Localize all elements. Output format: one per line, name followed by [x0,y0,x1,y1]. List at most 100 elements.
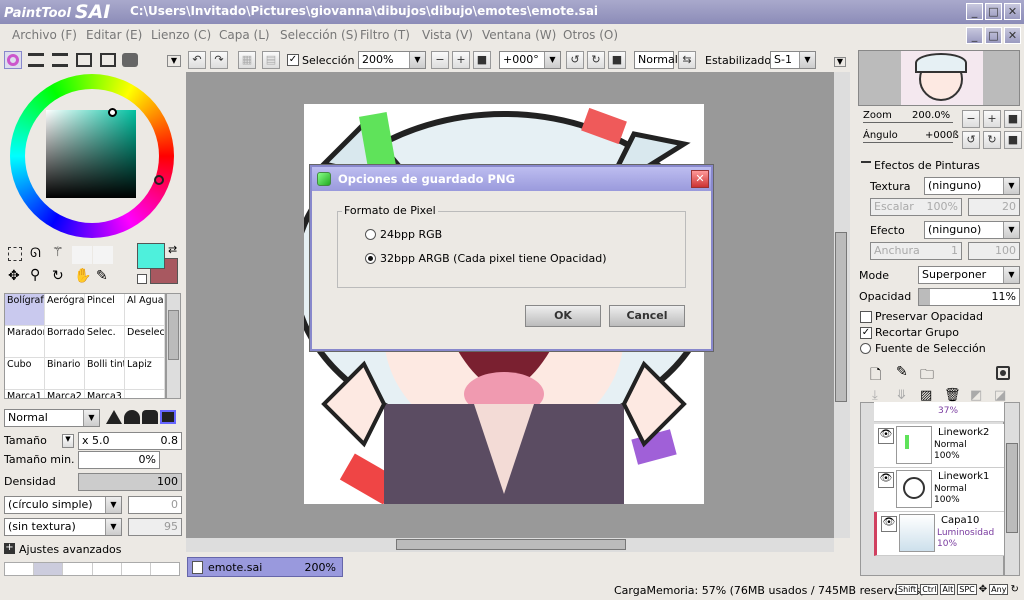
menu-filtro[interactable]: Filtro (T) [360,28,410,42]
new-folder-icon[interactable]: 🗀 [920,364,934,388]
move-icon[interactable]: ✥ [8,268,20,284]
tool-seleccion[interactable]: Selec. [85,326,125,358]
tool-marcador[interactable]: Marador [5,326,45,358]
zoom-in-icon[interactable]: + [452,51,470,69]
canvas-vertical-scrollbar[interactable] [834,72,850,538]
visibility-eye-icon[interactable]: 👁 [878,472,894,488]
layer-row-linework2[interactable]: 👁 Linework2 Normal 100% [874,424,1004,468]
density-slider[interactable]: 100 [78,473,182,491]
redo-icon[interactable]: ↷ [210,51,228,69]
clip-group-checkbox[interactable]: ✓ [860,327,872,339]
doc-restore-button[interactable]: □ [985,27,1002,44]
rgb-sliders-icon[interactable] [28,53,44,67]
brush-shape-4[interactable] [160,410,176,424]
nav-rotate-right-icon[interactable]: ↻ [983,131,1001,149]
nav-angle-slider[interactable] [863,142,953,143]
visibility-eye-icon[interactable]: 👁 [878,428,894,444]
tool-pincel[interactable]: Pincel [85,294,125,326]
transparent-color-icon[interactable] [137,274,147,284]
minimize-button[interactable]: _ [966,3,983,20]
nav-zoom-out-icon[interactable]: − [962,110,980,128]
option-24bpp-radio[interactable] [365,229,376,240]
menu-otros[interactable]: Otros (O) [563,28,618,42]
delete-layer-icon[interactable]: 🗑 [944,388,961,403]
nav-rotate-reset-icon[interactable]: ■ [1004,131,1022,149]
layer-opacity-slider[interactable]: 11% [918,288,1020,306]
deselect-icon[interactable]: ▦ [238,51,256,69]
brush-texture-select[interactable]: (sin textura) ▼ [4,518,122,536]
expand-advanced-icon[interactable]: + [4,543,15,554]
tool-borrador[interactable]: Borrador [45,326,85,358]
collapse-effects-icon[interactable] [861,161,871,163]
option-32bpp-label[interactable]: 32bpp ARGB (Cada pixel tiene Opacidad) [380,252,607,265]
menu-vista[interactable]: Vista (V) [422,28,473,42]
nav-rotate-left-icon[interactable]: ↺ [962,131,980,149]
brush-presets-bar[interactable] [4,562,180,576]
brush-mode-select[interactable]: Normal ▼ [4,409,100,427]
saturation-value-square[interactable] [46,110,136,198]
zoom-out-icon[interactable]: − [431,51,449,69]
scratchpad-icon[interactable] [100,53,116,67]
tool-al-agua[interactable]: Al Agua [125,294,165,326]
sv-picker-handle[interactable] [108,108,117,117]
tool-boligrafo[interactable]: Bolígrafo [5,294,45,326]
nav-zoom-slider[interactable] [863,122,953,123]
transfer-down-icon[interactable]: ⤓ [872,388,878,403]
advanced-settings-label[interactable]: Ajustes avanzados [19,543,122,556]
clear-layer-icon[interactable]: ▨ [920,388,932,403]
merge-down-icon[interactable]: ⤋ [896,388,907,403]
document-tab[interactable]: emote.sai 200% [187,557,343,577]
menu-editar[interactable]: Editar (E) [86,28,142,42]
rotation-select[interactable]: +000° ▼ [499,51,561,69]
size-dropdown[interactable]: ▼ [62,434,74,448]
dialog-close-button[interactable]: ✕ [691,170,709,188]
zoom-select[interactable]: 200% ▼ [358,51,426,69]
tool-marca2[interactable]: Marca2 [45,390,85,398]
visibility-eye-icon[interactable]: 👁 [881,516,897,532]
tool-cubo[interactable]: Cubo [5,358,45,390]
magic-wand-icon[interactable]: ⚚ [52,245,64,260]
brush-shape-3[interactable] [142,410,158,424]
size-slider[interactable]: x 5.0 0.8 [78,432,182,450]
menu-ventana[interactable]: Ventana (W) [482,28,556,42]
layer-row-capa10[interactable]: 👁 Capa10 Luminosidad 10% [874,512,1004,556]
brush-texture-value[interactable]: 95 [128,518,182,536]
toolbar-collapse-icon[interactable]: ▼ [834,57,846,67]
apply-mask-icon[interactable]: ◩ [970,388,982,403]
tool-boli-tinta[interactable]: Bolli tinta [85,358,125,390]
rotate-left-icon[interactable]: ↺ [566,51,584,69]
brush-shape-1[interactable] [106,410,122,424]
effect-width-num[interactable]: 100 [968,242,1020,260]
layer-list-scrollbar[interactable] [1004,402,1020,576]
brush-shape-2[interactable] [124,410,140,424]
brush-shape-value[interactable]: 0 [128,496,182,514]
swap-colors-icon[interactable]: ⇄ [168,243,177,256]
palette-icon[interactable] [76,53,92,67]
hand-icon[interactable]: ✋ [74,268,91,284]
tool-marca3[interactable]: Marca3 [85,390,125,398]
view-mode-select[interactable]: Normal [634,51,678,69]
menu-capa[interactable]: Capa (L) [219,28,270,42]
doc-minimize-button[interactable]: _ [966,27,983,44]
color-wheel-mode-icon[interactable] [4,51,22,69]
layer-mode-select[interactable]: Superponer ▼ [918,266,1020,284]
close-button[interactable]: ✕ [1004,3,1021,20]
selection-checkbox[interactable]: ✓ [287,54,299,66]
brush-shape-select[interactable]: (círculo simple) ▼ [4,496,122,514]
layer-row[interactable]: 37% [874,402,1004,422]
effect-texture-select[interactable]: (ninguno) ▼ [924,177,1020,195]
invert-selection-icon[interactable]: ▤ [262,51,280,69]
hue-picker-handle[interactable] [154,175,164,185]
navigator-preview[interactable] [858,50,1020,106]
zoom-reset-icon[interactable]: ■ [473,51,491,69]
layer-row-linework1[interactable]: 👁 Linework1 Normal 100% [874,468,1004,512]
panel-collapse-icon[interactable]: ▼ [167,55,181,67]
rotate-reset-icon[interactable]: ■ [608,51,626,69]
nav-zoom-reset-icon[interactable]: ■ [1004,110,1022,128]
canvas-horizontal-scrollbar[interactable] [186,538,834,552]
switch-panel-icon[interactable] [122,53,138,67]
effect-scale-slider[interactable]: Escalar 100% [870,198,962,216]
cancel-button[interactable]: Cancel [609,305,685,327]
delete-mask-icon[interactable]: ◪ [994,388,1006,403]
doc-close-button[interactable]: ✕ [1004,27,1021,44]
